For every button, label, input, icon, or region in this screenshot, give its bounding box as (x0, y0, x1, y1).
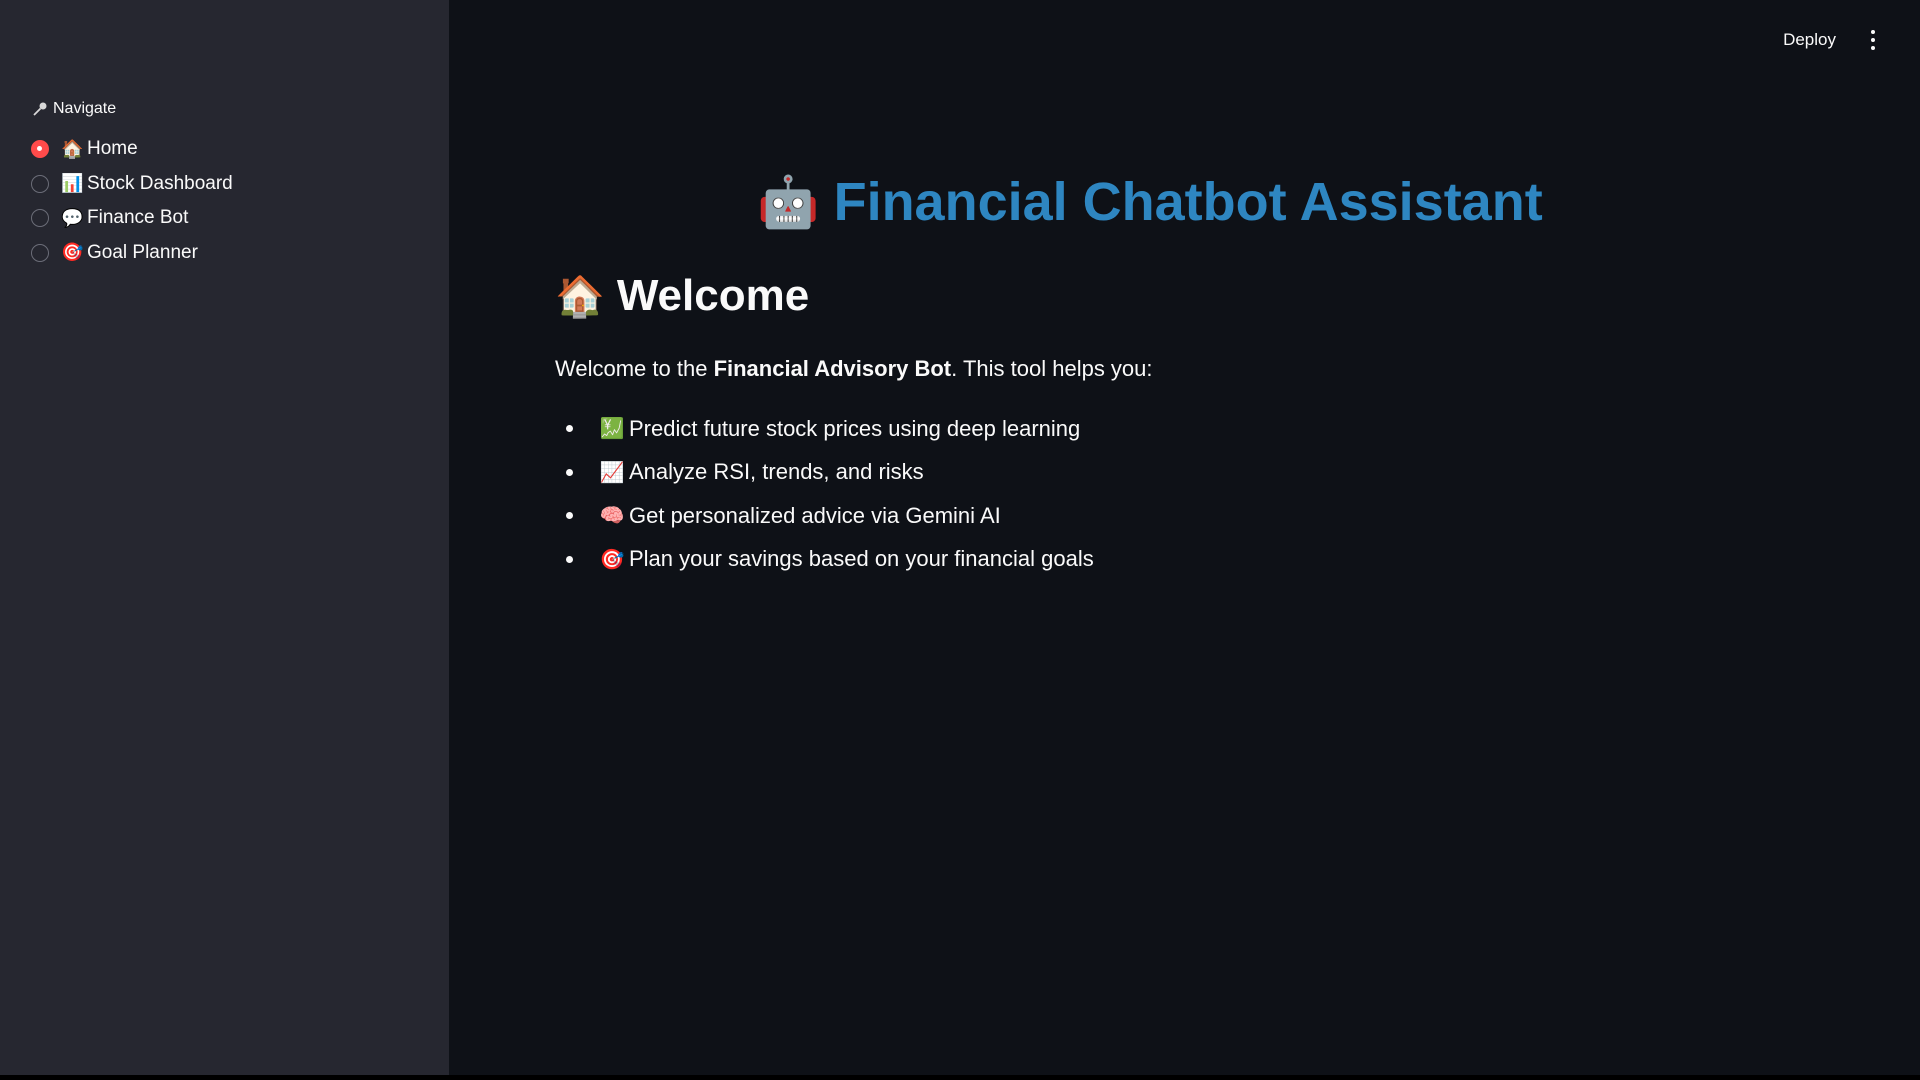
nav-radio-finance-bot[interactable]: 💬 Finance Bot (31, 201, 449, 236)
intro-suffix: . This tool helps you: (951, 356, 1153, 381)
intro-paragraph: Welcome to the Financial Advisory Bot. T… (555, 354, 1685, 385)
header-toolbar: Deploy (1773, 24, 1882, 56)
page-title-text: Financial Chatbot Assistant (833, 172, 1543, 232)
welcome-heading-text: Welcome (616, 271, 810, 320)
nav-radio-label: Home (87, 138, 138, 160)
feature-text: Predict future stock prices using deep l… (629, 415, 1081, 441)
target-icon: 🎯 (61, 242, 84, 263)
page-title: 🤖 Financial Chatbot Assistant (555, 160, 1685, 244)
page-body: 🤖 Financial Chatbot Assistant 🏠 Welcome … (555, 160, 1685, 581)
sidebar: Navigate 🏠 Home 📊 Stock Dashboard 💬 Fina… (0, 0, 449, 1075)
vertical-ellipsis-icon[interactable] (1864, 27, 1882, 53)
chart-yen-icon: 💹 (599, 418, 625, 441)
intro-prefix: Welcome to the (555, 356, 714, 381)
list-item: 💹 Predict future stock prices using deep… (555, 407, 1685, 451)
speech-bubble-icon: 💬 (61, 207, 84, 228)
nav-radio-goal-planner[interactable]: 🎯 Goal Planner (31, 236, 449, 271)
deploy-button[interactable]: Deploy (1773, 24, 1846, 56)
key-icon (31, 100, 49, 118)
robot-icon: 🤖 (757, 173, 820, 230)
nav-radio-label: Stock Dashboard (87, 172, 233, 194)
intro-bold: Financial Advisory Bot (713, 356, 952, 381)
list-item: 🧠 Get personalized advice via Gemini AI (555, 494, 1685, 538)
target-icon: 🎯 (599, 548, 625, 571)
nav-radio-label: Finance Bot (87, 207, 189, 229)
nav-radio-label: Goal Planner (87, 241, 198, 263)
nav-radio-stock-dashboard[interactable]: 📊 Stock Dashboard (31, 167, 449, 202)
welcome-heading: 🏠 Welcome (555, 266, 1685, 326)
radio-button[interactable] (31, 174, 49, 193)
app-window: Navigate 🏠 Home 📊 Stock Dashboard 💬 Fina… (0, 0, 1920, 1075)
feature-text: Get personalized advice via Gemini AI (629, 502, 1001, 528)
house-icon: 🏠 (555, 274, 605, 319)
brain-icon: 🧠 (599, 505, 625, 528)
bullet (566, 425, 573, 433)
navigate-label-text: Navigate (53, 100, 117, 117)
feature-text: Analyze RSI, trends, and risks (629, 459, 924, 485)
chart-increasing-icon: 📈 (599, 461, 625, 484)
main-content: Deploy 🤖 Financial Chatbot Assistant 🏠 W… (449, 0, 1920, 1075)
bullet (566, 512, 573, 520)
nav-radio-home[interactable]: 🏠 Home (31, 132, 449, 167)
feature-list: 💹 Predict future stock prices using deep… (555, 407, 1685, 581)
radio-button-selected[interactable] (31, 140, 49, 159)
house-icon: 🏠 (61, 138, 84, 159)
list-item: 🎯 Plan your savings based on your financ… (555, 537, 1685, 581)
list-item: 📈 Analyze RSI, trends, and risks (555, 450, 1685, 494)
nav-radio-group: 🏠 Home 📊 Stock Dashboard 💬 Finance Bot 🎯… (31, 132, 449, 270)
bar-chart-icon: 📊 (61, 173, 84, 194)
navigate-label: Navigate (31, 100, 449, 118)
feature-text: Plan your savings based on your financia… (629, 546, 1094, 572)
bullet (566, 468, 573, 476)
bullet (566, 555, 573, 563)
radio-button[interactable] (31, 243, 49, 262)
radio-button[interactable] (31, 209, 49, 228)
